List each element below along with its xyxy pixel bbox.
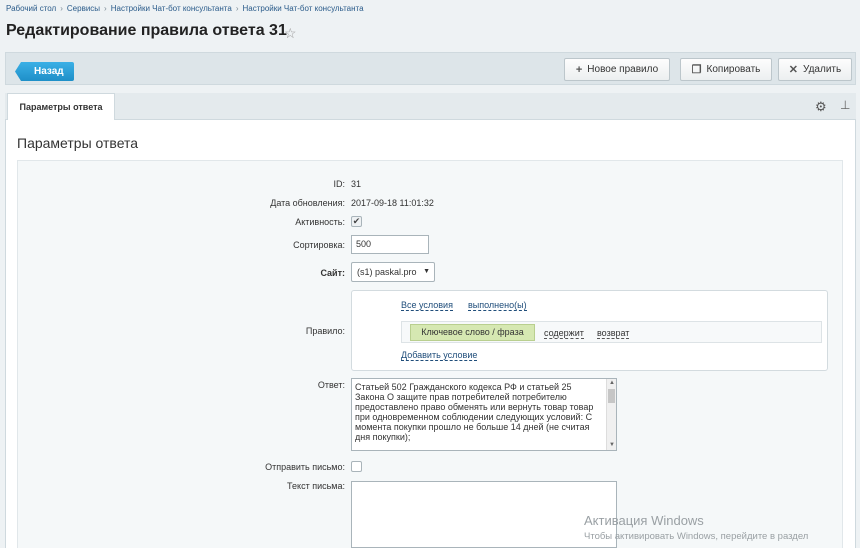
updated-value: 2017-09-18 11:01:32 [351, 198, 434, 208]
rule-box: Все условия выполнено(ы) Ключевое слово … [351, 290, 828, 371]
breadcrumb-separator: › [235, 4, 239, 13]
section-title: Параметры ответа [17, 135, 139, 151]
watermark-subtitle: Чтобы активировать Windows, перейдите в … [584, 531, 809, 542]
fulfilled-link[interactable]: выполнено(ы) [468, 300, 527, 311]
page-title: Редактирование правила ответа 31 [6, 22, 287, 39]
breadcrumb: Рабочий стол › Сервисы › Настройки Чат-бот к… [6, 4, 364, 13]
scroll-down-icon[interactable]: ▼ [607, 441, 616, 450]
breadcrumb-item-chatbot-settings-2[interactable]: Настройки Чат-бот консультанта [242, 4, 363, 13]
condition-type-chip[interactable]: Ключевое слово / фраза [410, 324, 535, 341]
copy-label: Копировать [706, 64, 761, 75]
scroll-up-icon[interactable]: ▲ [607, 379, 616, 388]
answer-label: Ответ: [317, 380, 345, 390]
answer-textarea[interactable]: Статьей 502 Гражданского кодекса РФ и ст… [351, 378, 617, 451]
condition-operator-link[interactable]: содержит [544, 328, 584, 339]
sort-label: Сортировка: [293, 240, 345, 250]
close-icon: ✕ [788, 64, 799, 76]
rule-label: Правило: [305, 326, 345, 336]
active-checkbox[interactable]: ✔ [351, 216, 362, 227]
site-select-value: (s1) paskal.pro [357, 267, 417, 277]
pin-icon[interactable]: ⊥ [840, 98, 850, 112]
send-letter-checkbox[interactable] [351, 461, 362, 472]
scrollbar-thumb[interactable] [608, 389, 615, 403]
site-label: Сайт: [320, 268, 345, 278]
delete-label: Удалить [803, 64, 842, 75]
back-button[interactable]: Назад [15, 62, 74, 81]
windows-activation-watermark: Активация Windows Чтобы активировать Win… [584, 513, 808, 542]
chevron-down-icon: ▼ [423, 268, 430, 275]
new-rule-label: Новое правило [587, 64, 659, 75]
copy-button[interactable]: ❐ Копировать [680, 58, 772, 81]
breadcrumb-separator: › [60, 4, 63, 13]
id-value: 31 [351, 179, 362, 189]
id-label: ID: [333, 179, 345, 189]
answer-scrollbar[interactable]: ▲ ▼ [606, 379, 616, 450]
condition-row: Ключевое слово / фраза содержит возврат [401, 321, 822, 343]
updated-label: Дата обновления: [270, 198, 345, 208]
all-conditions-link[interactable]: Все условия [401, 300, 453, 311]
tabs-bar: Параметры ответа ⚙ ⊥ [5, 93, 856, 121]
star-icon[interactable]: ☆ [284, 25, 297, 42]
breadcrumb-item-desktop[interactable]: Рабочий стол [6, 4, 56, 13]
copy-icon: ❐ [691, 64, 702, 76]
letter-text-textarea[interactable] [351, 481, 617, 548]
tab-answer-params[interactable]: Параметры ответа [7, 93, 115, 121]
breadcrumb-item-services[interactable]: Сервисы [67, 4, 100, 13]
site-select[interactable]: (s1) paskal.pro ▼ [351, 262, 435, 282]
toolbar: Назад + Новое правило ❐ Копировать ✕ Уда… [5, 52, 856, 85]
delete-button[interactable]: ✕ Удалить [778, 58, 852, 81]
plus-icon: + [575, 63, 583, 76]
condition-value-link[interactable]: возврат [597, 328, 630, 339]
send-letter-label: Отправить письмо: [265, 462, 345, 472]
add-condition-link[interactable]: Добавить условие [401, 350, 478, 361]
sort-input[interactable]: 500 [351, 235, 429, 254]
active-label: Активность: [295, 217, 345, 227]
gear-icon[interactable]: ⚙ [815, 99, 827, 115]
breadcrumb-separator: › [104, 4, 107, 13]
letter-text-label: Текст письма: [287, 481, 345, 491]
new-rule-button[interactable]: + Новое правило [564, 58, 670, 81]
watermark-title: Активация Windows [584, 513, 704, 528]
answer-text: Статьей 502 Гражданского кодекса РФ и ст… [355, 382, 594, 442]
breadcrumb-item-chatbot-settings[interactable]: Настройки Чат-бот консультанта [111, 4, 232, 13]
